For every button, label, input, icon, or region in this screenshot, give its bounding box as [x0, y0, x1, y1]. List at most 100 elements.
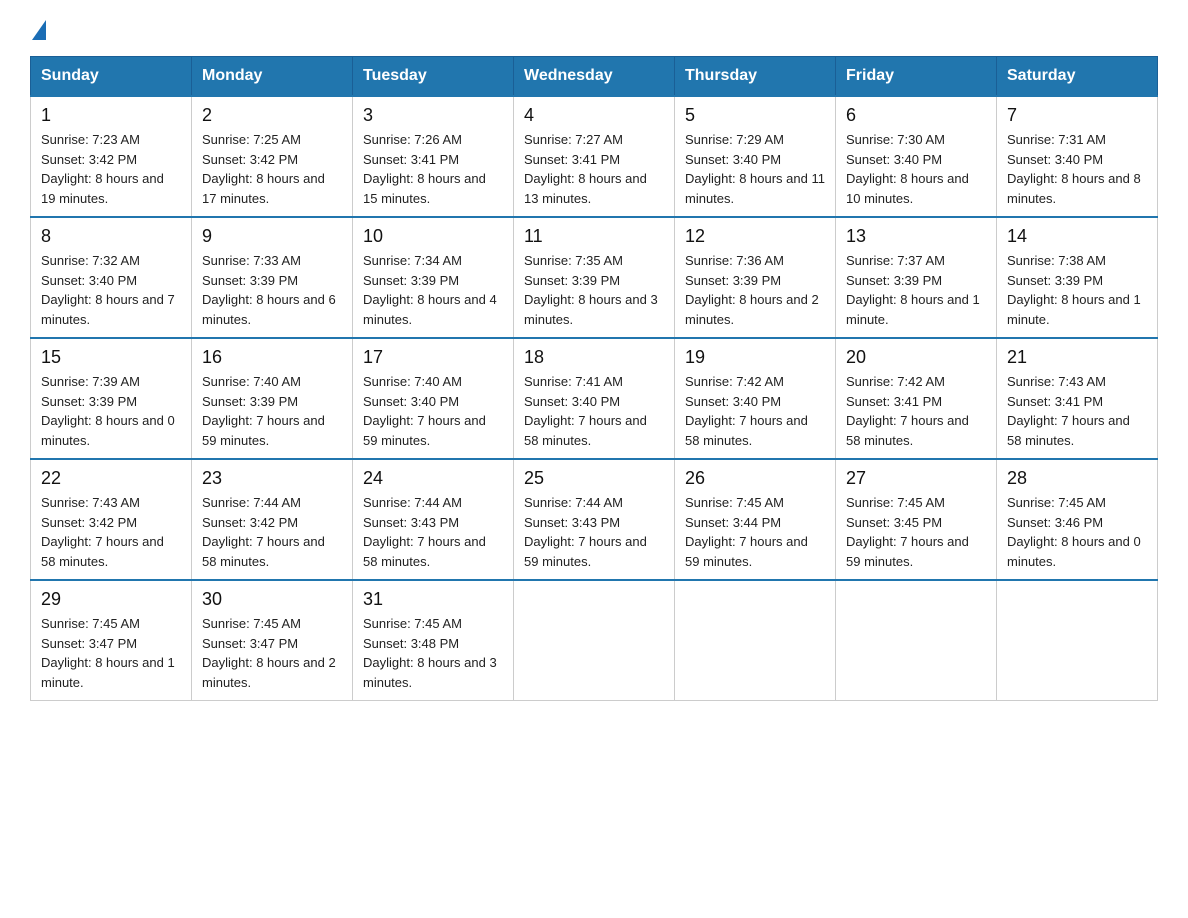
- logo-triangle-icon: [32, 20, 46, 40]
- day-number: 15: [41, 347, 181, 368]
- header-wednesday: Wednesday: [514, 57, 675, 97]
- calendar-cell: 20 Sunrise: 7:42 AM Sunset: 3:41 PM Dayl…: [836, 338, 997, 459]
- calendar-week-row: 22 Sunrise: 7:43 AM Sunset: 3:42 PM Dayl…: [31, 459, 1158, 580]
- day-number: 11: [524, 226, 664, 247]
- calendar-cell: [997, 580, 1158, 701]
- day-info: Sunrise: 7:45 AM Sunset: 3:47 PM Dayligh…: [202, 614, 342, 692]
- day-info: Sunrise: 7:40 AM Sunset: 3:40 PM Dayligh…: [363, 372, 503, 450]
- day-number: 13: [846, 226, 986, 247]
- header-friday: Friday: [836, 57, 997, 97]
- day-info: Sunrise: 7:40 AM Sunset: 3:39 PM Dayligh…: [202, 372, 342, 450]
- day-info: Sunrise: 7:34 AM Sunset: 3:39 PM Dayligh…: [363, 251, 503, 329]
- calendar-cell: [675, 580, 836, 701]
- day-number: 10: [363, 226, 503, 247]
- day-number: 27: [846, 468, 986, 489]
- calendar-cell: 26 Sunrise: 7:45 AM Sunset: 3:44 PM Dayl…: [675, 459, 836, 580]
- calendar-cell: [836, 580, 997, 701]
- calendar-cell: 12 Sunrise: 7:36 AM Sunset: 3:39 PM Dayl…: [675, 217, 836, 338]
- day-number: 20: [846, 347, 986, 368]
- calendar-cell: 10 Sunrise: 7:34 AM Sunset: 3:39 PM Dayl…: [353, 217, 514, 338]
- calendar-cell: 25 Sunrise: 7:44 AM Sunset: 3:43 PM Dayl…: [514, 459, 675, 580]
- day-info: Sunrise: 7:32 AM Sunset: 3:40 PM Dayligh…: [41, 251, 181, 329]
- day-number: 21: [1007, 347, 1147, 368]
- calendar-table: SundayMondayTuesdayWednesdayThursdayFrid…: [30, 56, 1158, 701]
- day-number: 26: [685, 468, 825, 489]
- header-monday: Monday: [192, 57, 353, 97]
- day-number: 1: [41, 105, 181, 126]
- day-info: Sunrise: 7:45 AM Sunset: 3:48 PM Dayligh…: [363, 614, 503, 692]
- calendar-cell: 16 Sunrise: 7:40 AM Sunset: 3:39 PM Dayl…: [192, 338, 353, 459]
- calendar-cell: 19 Sunrise: 7:42 AM Sunset: 3:40 PM Dayl…: [675, 338, 836, 459]
- day-number: 25: [524, 468, 664, 489]
- calendar-cell: 24 Sunrise: 7:44 AM Sunset: 3:43 PM Dayl…: [353, 459, 514, 580]
- day-number: 5: [685, 105, 825, 126]
- calendar-cell: 21 Sunrise: 7:43 AM Sunset: 3:41 PM Dayl…: [997, 338, 1158, 459]
- day-info: Sunrise: 7:30 AM Sunset: 3:40 PM Dayligh…: [846, 130, 986, 208]
- calendar-cell: 3 Sunrise: 7:26 AM Sunset: 3:41 PM Dayli…: [353, 96, 514, 217]
- calendar-cell: 14 Sunrise: 7:38 AM Sunset: 3:39 PM Dayl…: [997, 217, 1158, 338]
- day-number: 6: [846, 105, 986, 126]
- calendar-cell: 27 Sunrise: 7:45 AM Sunset: 3:45 PM Dayl…: [836, 459, 997, 580]
- day-info: Sunrise: 7:29 AM Sunset: 3:40 PM Dayligh…: [685, 130, 825, 208]
- day-number: 28: [1007, 468, 1147, 489]
- calendar-cell: 6 Sunrise: 7:30 AM Sunset: 3:40 PM Dayli…: [836, 96, 997, 217]
- calendar-cell: 2 Sunrise: 7:25 AM Sunset: 3:42 PM Dayli…: [192, 96, 353, 217]
- calendar-cell: 18 Sunrise: 7:41 AM Sunset: 3:40 PM Dayl…: [514, 338, 675, 459]
- calendar-week-row: 1 Sunrise: 7:23 AM Sunset: 3:42 PM Dayli…: [31, 96, 1158, 217]
- logo: [30, 20, 48, 38]
- day-info: Sunrise: 7:25 AM Sunset: 3:42 PM Dayligh…: [202, 130, 342, 208]
- day-info: Sunrise: 7:45 AM Sunset: 3:44 PM Dayligh…: [685, 493, 825, 571]
- calendar-cell: 5 Sunrise: 7:29 AM Sunset: 3:40 PM Dayli…: [675, 96, 836, 217]
- day-number: 7: [1007, 105, 1147, 126]
- day-info: Sunrise: 7:35 AM Sunset: 3:39 PM Dayligh…: [524, 251, 664, 329]
- day-number: 14: [1007, 226, 1147, 247]
- calendar-cell: 13 Sunrise: 7:37 AM Sunset: 3:39 PM Dayl…: [836, 217, 997, 338]
- calendar-week-row: 8 Sunrise: 7:32 AM Sunset: 3:40 PM Dayli…: [31, 217, 1158, 338]
- day-info: Sunrise: 7:27 AM Sunset: 3:41 PM Dayligh…: [524, 130, 664, 208]
- day-number: 30: [202, 589, 342, 610]
- calendar-cell: 7 Sunrise: 7:31 AM Sunset: 3:40 PM Dayli…: [997, 96, 1158, 217]
- calendar-cell: 9 Sunrise: 7:33 AM Sunset: 3:39 PM Dayli…: [192, 217, 353, 338]
- day-info: Sunrise: 7:43 AM Sunset: 3:41 PM Dayligh…: [1007, 372, 1147, 450]
- day-number: 17: [363, 347, 503, 368]
- day-info: Sunrise: 7:33 AM Sunset: 3:39 PM Dayligh…: [202, 251, 342, 329]
- day-number: 12: [685, 226, 825, 247]
- day-info: Sunrise: 7:36 AM Sunset: 3:39 PM Dayligh…: [685, 251, 825, 329]
- day-number: 31: [363, 589, 503, 610]
- calendar-cell: 17 Sunrise: 7:40 AM Sunset: 3:40 PM Dayl…: [353, 338, 514, 459]
- day-number: 24: [363, 468, 503, 489]
- day-info: Sunrise: 7:45 AM Sunset: 3:46 PM Dayligh…: [1007, 493, 1147, 571]
- day-info: Sunrise: 7:44 AM Sunset: 3:42 PM Dayligh…: [202, 493, 342, 571]
- day-info: Sunrise: 7:42 AM Sunset: 3:41 PM Dayligh…: [846, 372, 986, 450]
- page-header: [30, 20, 1158, 38]
- calendar-cell: 28 Sunrise: 7:45 AM Sunset: 3:46 PM Dayl…: [997, 459, 1158, 580]
- day-info: Sunrise: 7:44 AM Sunset: 3:43 PM Dayligh…: [524, 493, 664, 571]
- day-number: 3: [363, 105, 503, 126]
- day-number: 19: [685, 347, 825, 368]
- day-info: Sunrise: 7:45 AM Sunset: 3:45 PM Dayligh…: [846, 493, 986, 571]
- day-info: Sunrise: 7:41 AM Sunset: 3:40 PM Dayligh…: [524, 372, 664, 450]
- day-info: Sunrise: 7:26 AM Sunset: 3:41 PM Dayligh…: [363, 130, 503, 208]
- day-info: Sunrise: 7:38 AM Sunset: 3:39 PM Dayligh…: [1007, 251, 1147, 329]
- day-info: Sunrise: 7:44 AM Sunset: 3:43 PM Dayligh…: [363, 493, 503, 571]
- header-saturday: Saturday: [997, 57, 1158, 97]
- calendar-cell: 23 Sunrise: 7:44 AM Sunset: 3:42 PM Dayl…: [192, 459, 353, 580]
- calendar-week-row: 15 Sunrise: 7:39 AM Sunset: 3:39 PM Dayl…: [31, 338, 1158, 459]
- calendar-cell: 15 Sunrise: 7:39 AM Sunset: 3:39 PM Dayl…: [31, 338, 192, 459]
- header-tuesday: Tuesday: [353, 57, 514, 97]
- calendar-cell: 8 Sunrise: 7:32 AM Sunset: 3:40 PM Dayli…: [31, 217, 192, 338]
- calendar-header-row: SundayMondayTuesdayWednesdayThursdayFrid…: [31, 57, 1158, 97]
- header-thursday: Thursday: [675, 57, 836, 97]
- day-number: 18: [524, 347, 664, 368]
- calendar-cell: 29 Sunrise: 7:45 AM Sunset: 3:47 PM Dayl…: [31, 580, 192, 701]
- calendar-cell: 1 Sunrise: 7:23 AM Sunset: 3:42 PM Dayli…: [31, 96, 192, 217]
- calendar-cell: [514, 580, 675, 701]
- logo-text: [30, 20, 48, 40]
- day-number: 4: [524, 105, 664, 126]
- day-info: Sunrise: 7:43 AM Sunset: 3:42 PM Dayligh…: [41, 493, 181, 571]
- calendar-week-row: 29 Sunrise: 7:45 AM Sunset: 3:47 PM Dayl…: [31, 580, 1158, 701]
- day-info: Sunrise: 7:42 AM Sunset: 3:40 PM Dayligh…: [685, 372, 825, 450]
- header-sunday: Sunday: [31, 57, 192, 97]
- day-info: Sunrise: 7:39 AM Sunset: 3:39 PM Dayligh…: [41, 372, 181, 450]
- day-info: Sunrise: 7:45 AM Sunset: 3:47 PM Dayligh…: [41, 614, 181, 692]
